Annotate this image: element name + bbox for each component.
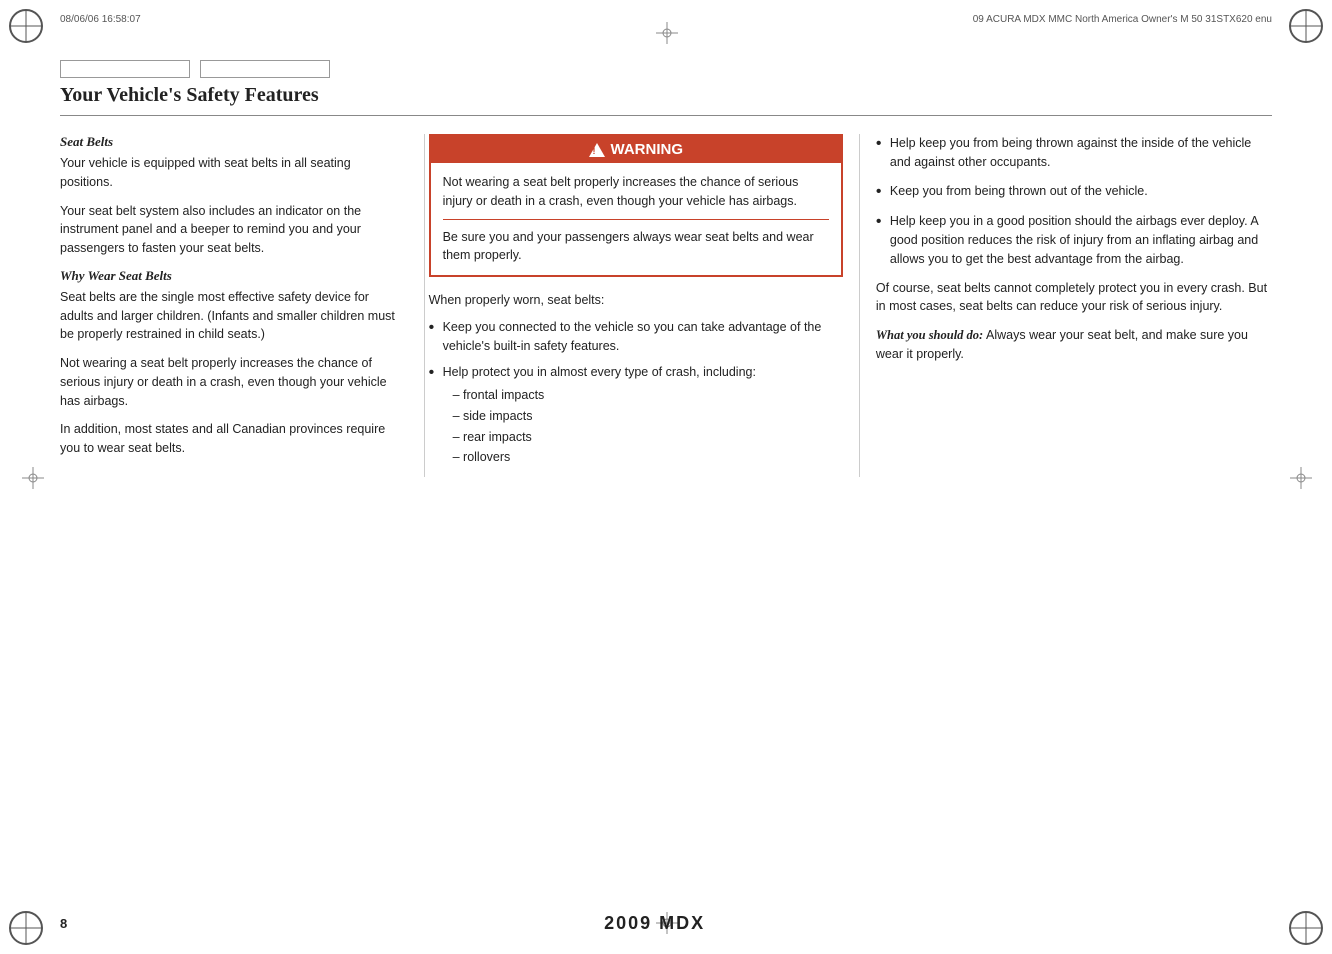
bullet-dot-2: • [429,363,443,384]
right-bullet-2: • Keep you from being thrown out of the … [876,182,1272,203]
meta-line: 08/06/06 16:58:07 09 ACURA MDX MMC North… [60,14,1272,25]
right-bullet-text-1: Help keep you from being thrown against … [890,134,1272,172]
main-content: Your Vehicle's Safety Features Seat Belt… [60,60,1272,894]
warning-triangle-icon [589,143,605,157]
bullet-text-2: Help protect you in almost every type of… [443,363,843,469]
sub-bullet-rollovers: rollovers [453,448,843,467]
page-title: Your Vehicle's Safety Features [60,84,1272,107]
what-you-should-para: What you should do: Always wear your sea… [876,326,1272,364]
seat-belts-heading: Seat Belts [60,134,404,150]
col-left: Seat Belts Your vehicle is equipped with… [60,134,424,468]
warning-body2: Be sure you and your passengers always w… [443,228,829,266]
warning-body: Not wearing a seat belt properly increas… [431,163,841,275]
seat-belts-para2: Your seat belt system also includes an i… [60,202,404,258]
warning-body1: Not wearing a seat belt properly increas… [443,173,829,211]
crosshair-top [656,22,676,42]
bullet-text-2-label: Help protect you in almost every type of… [443,365,756,379]
col-right: • Help keep you from being thrown agains… [860,134,1272,364]
right-bullet-1: • Help keep you from being thrown agains… [876,134,1272,172]
col-mid: WARNING Not wearing a seat belt properly… [424,134,860,477]
crosshair-right [1290,467,1310,487]
header-section: Your Vehicle's Safety Features [60,60,1272,116]
crosshair-left [22,467,42,487]
meta-docinfo: 09 ACURA MDX MMC North America Owner's M… [973,14,1272,25]
meta-timestamp: 08/06/06 16:58:07 [60,14,141,25]
bullet-text-1: Keep you connected to the vehicle so you… [443,318,843,356]
right-bullet-text-2: Keep you from being thrown out of the ve… [890,182,1272,201]
what-you-should-label: What you should do: [876,328,983,342]
right-bullet-text-3: Help keep you in a good position should … [890,212,1272,268]
sub-bullet-frontal: frontal impacts [453,386,843,405]
right-bullet-dot-2: • [876,182,890,203]
header-box-2 [200,60,330,78]
page-number: 8 [60,916,67,931]
why-wear-para4: Not wearing a seat belt properly increas… [60,354,404,410]
three-columns: Seat Belts Your vehicle is equipped with… [60,134,1272,477]
header-boxes [60,60,1272,78]
bullet-item-2: • Help protect you in almost every type … [429,363,843,469]
right-bullet-3: • Help keep you in a good position shoul… [876,212,1272,268]
seat-belts-para1: Your vehicle is equipped with seat belts… [60,154,404,192]
right-bullet-dot-3: • [876,212,890,233]
right-bullet-dot-1: • [876,134,890,155]
warning-label: WARNING [611,141,684,158]
corner-decoration-tl [8,8,44,44]
footer-model: 2009 MDX [604,913,705,934]
sub-bullet-side: side impacts [453,407,843,426]
bullet-section: When properly worn, seat belts: • Keep y… [429,291,843,469]
corner-decoration-br [1288,910,1324,946]
of-course-para: Of course, seat belts cannot completely … [876,279,1272,317]
page: 08/06/06 16:58:07 09 ACURA MDX MMC North… [0,0,1332,954]
bullet-dot-1: • [429,318,443,339]
warning-divider [443,219,829,220]
why-wear-para3: Seat belts are the single most effective… [60,288,404,344]
bullet-intro: When properly worn, seat belts: [429,291,843,310]
sub-bullet-rear: rear impacts [453,428,843,447]
header-box-1 [60,60,190,78]
sub-bullet-list: frontal impacts side impacts rear impact… [453,386,843,467]
warning-header: WARNING [431,136,841,163]
corner-decoration-bl [8,910,44,946]
why-wear-heading: Why Wear Seat Belts [60,268,404,284]
bullet-item-1: • Keep you connected to the vehicle so y… [429,318,843,356]
footer: 8 2009 MDX [60,913,1272,934]
corner-decoration-tr [1288,8,1324,44]
why-wear-para5: In addition, most states and all Canadia… [60,420,404,458]
warning-box: WARNING Not wearing a seat belt properly… [429,134,843,277]
